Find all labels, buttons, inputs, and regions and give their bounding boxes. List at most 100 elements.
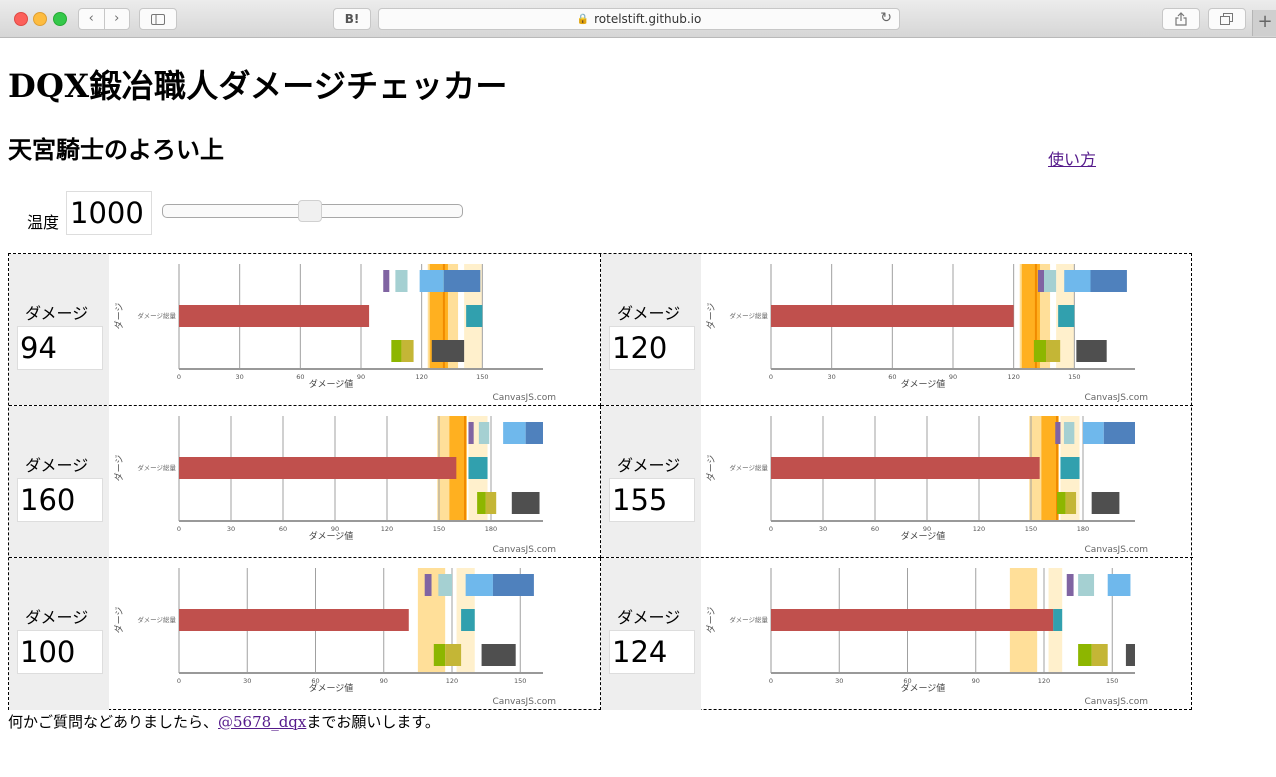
temperature-slider-thumb[interactable]	[298, 200, 322, 222]
x-axis-title: ダメージ値	[309, 530, 354, 542]
y-axis-title: ダージ	[705, 303, 717, 330]
damage-input[interactable]: 94	[17, 326, 103, 370]
quality-block-teal	[468, 457, 488, 479]
quality-block-blue	[492, 574, 534, 596]
damage-bar	[179, 305, 370, 327]
sidebar-icon	[151, 13, 165, 25]
quality-block-blue	[443, 270, 481, 292]
x-tick-label: 150	[433, 525, 445, 533]
damage-cell: ダメージ 160 0 30 60 90 120 150 180 ダメージ総量 ダージ ダメージ値 C…	[9, 406, 601, 558]
forward-arrow-icon[interactable]: ›	[105, 9, 130, 29]
x-tick-label: 90	[380, 677, 388, 685]
x-tick-label: 90	[972, 677, 980, 685]
quality-block-dark	[1076, 340, 1107, 362]
quality-block-olive	[1091, 644, 1108, 666]
quality-block-dark	[1125, 644, 1135, 666]
quality-block-skyblue	[503, 422, 526, 444]
quality-block-blue	[1103, 422, 1135, 444]
footer-suffix: までお願いします。	[306, 713, 440, 731]
chart-credit: CanvasJS.com	[1085, 697, 1148, 707]
item-name-heading: 天宮騎士のよろい上	[8, 135, 224, 164]
quality-block-purple	[1055, 422, 1061, 444]
quality-block-teal	[1060, 457, 1080, 479]
tab-overview-button[interactable]	[1208, 8, 1246, 30]
close-window-button[interactable]	[14, 12, 28, 26]
twitter-link[interactable]: @5678_dqx	[218, 713, 306, 731]
damage-cell: ダメージ 94 0 30 60 90 120 150 ダメージ総量 ダージ ダメージ値 Canva…	[9, 254, 601, 406]
x-tick-label: 150	[514, 677, 526, 685]
minimize-window-button[interactable]	[33, 12, 47, 26]
usage-link[interactable]: 使い方	[1048, 146, 1096, 170]
category-label: ダメージ総量	[137, 311, 176, 320]
quality-block-lightteal	[395, 270, 408, 292]
chart-credit: CanvasJS.com	[493, 697, 556, 707]
quality-block-blue	[525, 422, 543, 444]
damage-chart: 0 30 60 90 120 150ダメージ総量ダージダメージ値CanvasJS.com	[113, 568, 556, 707]
zoom-window-button[interactable]	[53, 12, 67, 26]
new-tab-button[interactable]: +	[1252, 10, 1276, 36]
quality-block-dark	[1091, 492, 1120, 514]
share-icon	[1175, 12, 1187, 26]
x-tick-label: 180	[1077, 525, 1089, 533]
address-url: rotelstift.github.io	[594, 12, 702, 26]
damage-chart: 0 30 60 90 120 150ダメージ総量ダージダメージ値CanvasJS.com	[705, 264, 1148, 403]
x-axis-title: ダメージ値	[901, 682, 946, 694]
quality-block-skyblue	[419, 270, 444, 292]
x-tick-label: 90	[357, 373, 365, 381]
x-tick-label: 0	[177, 525, 181, 533]
quality-block-skyblue	[1083, 422, 1104, 444]
damage-input[interactable]: 100	[17, 630, 103, 674]
back-arrow-icon[interactable]: ‹	[79, 9, 105, 29]
x-tick-label: 120	[973, 525, 985, 533]
category-label: ダメージ総量	[729, 311, 768, 320]
category-label: ダメージ総量	[137, 615, 176, 624]
damage-grid: ダメージ 94 0 30 60 90 120 150 ダメージ総量 ダージ ダメージ値 Canva…	[8, 253, 1193, 710]
damage-input[interactable]: 155	[609, 478, 695, 522]
category-label: ダメージ総量	[137, 463, 176, 472]
temperature-input[interactable]: 1000	[66, 191, 152, 235]
sidebar-toggle-button[interactable]	[139, 8, 177, 30]
footer-prefix: 何かご質問などありましたら、	[8, 713, 219, 731]
damage-input[interactable]: 160	[17, 478, 103, 522]
chart-credit: CanvasJS.com	[1085, 393, 1148, 403]
damage-label: ダメージ	[617, 304, 681, 323]
category-label: ダメージ総量	[729, 463, 768, 472]
x-tick-label: 30	[828, 373, 836, 381]
x-axis-title: ダメージ値	[309, 378, 354, 390]
history-nav: ‹ ›	[78, 8, 130, 30]
quality-block-dark	[511, 492, 540, 514]
quality-block-lightteal	[438, 574, 452, 596]
damage-input[interactable]: 124	[609, 630, 695, 674]
x-axis-title: ダメージ値	[901, 530, 946, 542]
y-axis-title: ダージ	[113, 455, 125, 482]
share-button[interactable]	[1162, 8, 1200, 30]
x-tick-label: 120	[381, 525, 393, 533]
chart-credit: CanvasJS.com	[493, 545, 556, 555]
x-tick-label: 0	[769, 525, 773, 533]
damage-cell: ダメージ 155 0 30 60 90 120 150 180 ダメージ総量 ダージ ダメージ値 C…	[601, 406, 1193, 558]
quality-block-teal	[1053, 609, 1063, 631]
lock-icon: 🔒	[576, 13, 590, 25]
quality-block-lightteal	[1063, 422, 1075, 444]
page-title: DQX鍛冶職人ダメージチェッカー	[8, 67, 508, 105]
x-tick-label: 30	[819, 525, 827, 533]
x-tick-label: 150	[1025, 525, 1037, 533]
reload-icon[interactable]: ↻	[880, 10, 892, 26]
hatena-bookmark-button[interactable]: B!	[333, 8, 371, 30]
quality-block-teal	[461, 609, 475, 631]
damage-cell: ダメージ 120 0 30 60 90 120 150 ダメージ総量 ダージ ダメージ値 Canv…	[601, 254, 1193, 406]
damage-label: ダメージ	[25, 304, 89, 323]
quality-block-blue	[1090, 270, 1127, 292]
quality-block-lightteal	[478, 422, 490, 444]
quality-block-purple	[1037, 270, 1044, 292]
damage-bar	[771, 305, 1014, 327]
quality-block-green	[433, 644, 446, 666]
category-label: ダメージ総量	[729, 615, 768, 624]
x-tick-label: 150	[1068, 373, 1080, 381]
x-tick-label: 120	[446, 677, 458, 685]
quality-block-skyblue	[1064, 270, 1091, 292]
quality-block-purple	[1066, 574, 1074, 596]
damage-input[interactable]: 120	[609, 326, 695, 370]
address-bar[interactable]: 🔒 rotelstift.github.io ↻	[378, 8, 900, 30]
damage-label: ダメージ	[617, 608, 681, 627]
